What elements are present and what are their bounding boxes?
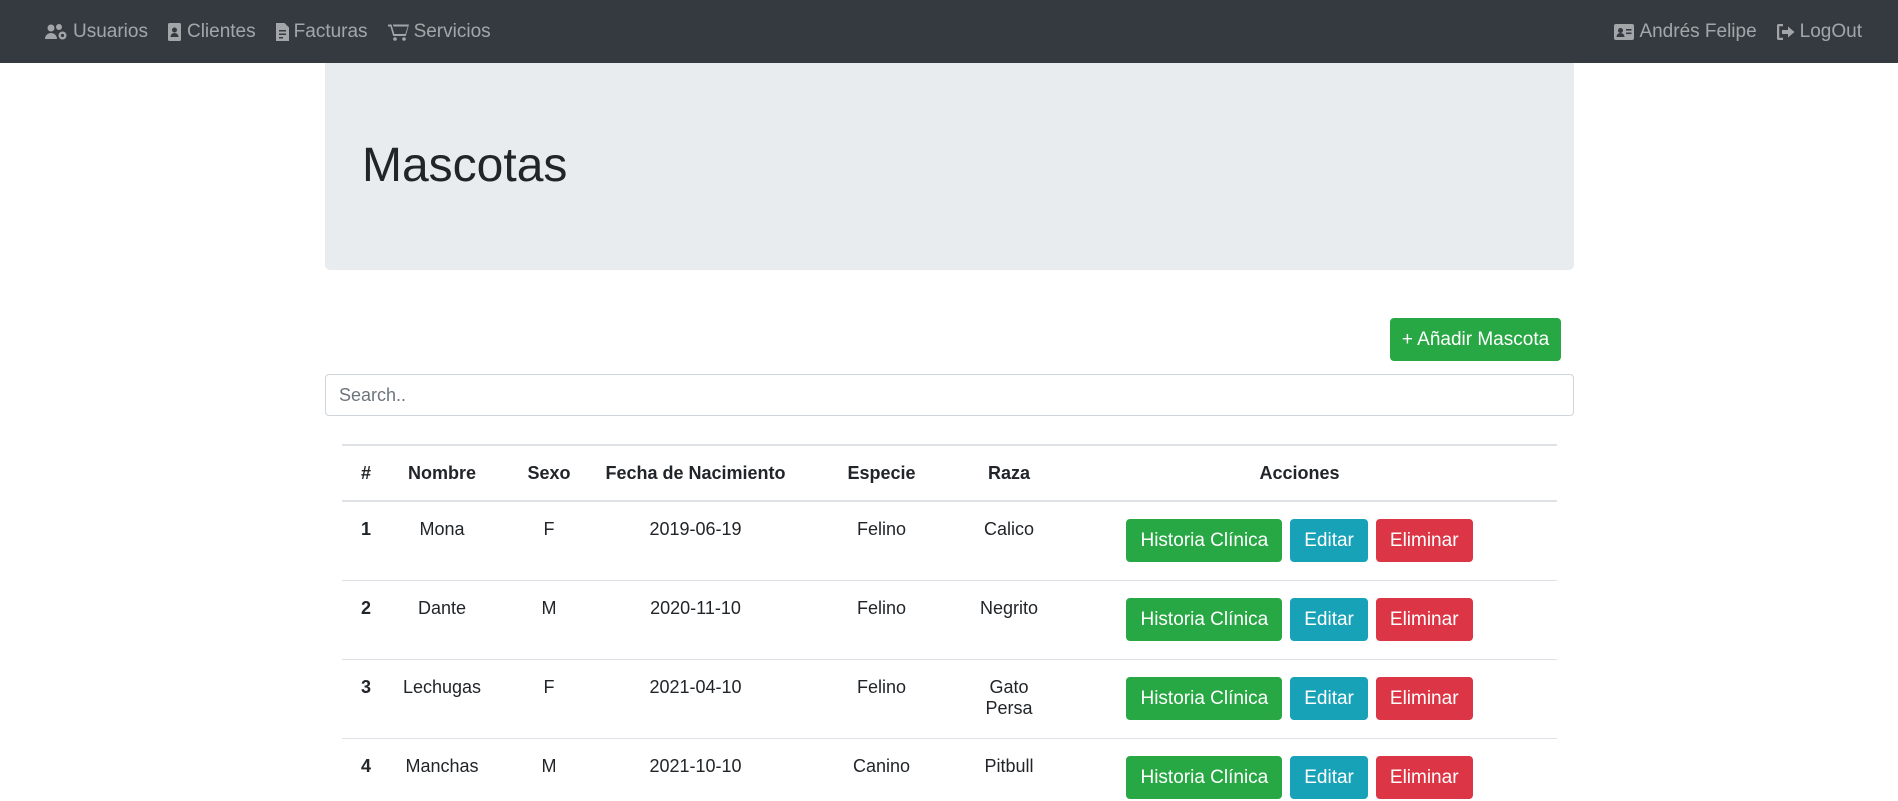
- cell-id: 2: [342, 580, 390, 660]
- eliminar-button[interactable]: Eliminar: [1375, 598, 1473, 641]
- cell-especie: Felino: [787, 659, 976, 739]
- table-header: # Nombre Sexo Fecha de Nacimiento Especi…: [342, 444, 1557, 502]
- editar-button[interactable]: Editar: [1290, 677, 1368, 720]
- eliminar-button[interactable]: Eliminar: [1375, 519, 1473, 563]
- editar-button[interactable]: Editar: [1290, 756, 1368, 799]
- row-actions: Historia Clínica Editar Eliminar: [1042, 677, 1557, 720]
- nav-logout[interactable]: LogOut: [1776, 20, 1862, 43]
- cell-nombre: Lechugas: [390, 659, 494, 739]
- nav-servicios[interactable]: Servicios: [387, 20, 491, 43]
- cell-nombre: Manchas: [390, 738, 494, 801]
- nav-logout-label: LogOut: [1799, 20, 1862, 42]
- shopping-cart-icon: [387, 24, 409, 41]
- cell-sexo: F: [494, 659, 604, 739]
- address-book-icon: [167, 22, 181, 41]
- mascotas-table: # Nombre Sexo Fecha de Nacimiento Especi…: [342, 444, 1557, 801]
- editar-button[interactable]: Editar: [1290, 519, 1368, 563]
- cell-fecha: 2021-04-10: [604, 659, 787, 739]
- cell-raza: Calico: [976, 501, 1042, 581]
- row-actions: Historia Clínica Editar Eliminar: [1042, 598, 1557, 641]
- table-body: 1 Mona F 2019-06-19 Felino Calico Historia Clí…: [342, 501, 1557, 801]
- cell-fecha: 2019-06-19: [604, 501, 787, 581]
- historia-clinica-button[interactable]: Historia Clínica: [1126, 519, 1283, 563]
- nav-right: Andrés Felipe LogOut: [1594, 21, 1862, 43]
- file-invoice-icon: [275, 22, 289, 41]
- cell-nombre: Dante: [390, 580, 494, 660]
- nav-usuarios-label: Usuarios: [73, 20, 148, 42]
- cell-especie: Felino: [787, 501, 976, 581]
- nav-user-label: Andrés Felipe: [1639, 20, 1757, 42]
- column-header-fecha: Fecha de Nacimiento: [604, 444, 787, 502]
- cell-actions: Historia Clínica Editar Eliminar: [1042, 580, 1557, 660]
- id-card-icon: [1614, 23, 1635, 40]
- cell-especie: Canino: [787, 738, 976, 801]
- search-input[interactable]: [325, 374, 1574, 416]
- cell-raza: Pitbull: [976, 738, 1042, 801]
- historia-clinica-button[interactable]: Historia Clínica: [1126, 756, 1283, 799]
- row-actions: Historia Clínica Editar Eliminar: [1042, 756, 1557, 799]
- cell-sexo: F: [494, 501, 604, 581]
- nav-clientes[interactable]: Clientes: [167, 20, 256, 43]
- page-header: Mascotas: [325, 63, 1574, 270]
- eliminar-button[interactable]: Eliminar: [1375, 677, 1473, 720]
- column-header-especie: Especie: [787, 444, 976, 502]
- cell-id: 1: [342, 501, 390, 581]
- table-header-row: # Nombre Sexo Fecha de Nacimiento Especi…: [342, 444, 1557, 502]
- nav-clientes-label: Clientes: [186, 20, 256, 42]
- cell-raza: Negrito: [976, 580, 1042, 660]
- nav-usuarios[interactable]: Usuarios: [44, 21, 148, 43]
- nav-servicios-label: Servicios: [413, 20, 491, 42]
- page-title: Mascotas: [362, 139, 568, 192]
- cell-sexo: M: [494, 580, 604, 660]
- column-header-acciones: Acciones: [1042, 444, 1557, 502]
- sign-out-icon: [1776, 23, 1795, 40]
- nav-left: Usuarios Clientes Facturas Servicios: [44, 21, 511, 43]
- cell-nombre: Mona: [390, 501, 494, 581]
- column-header-raza: Raza: [976, 444, 1042, 502]
- cell-raza: Gato Persa: [976, 659, 1042, 739]
- cell-id: 4: [342, 738, 390, 801]
- column-header-nombre: Nombre: [390, 444, 494, 502]
- cell-fecha: 2021-10-10: [604, 738, 787, 801]
- editar-button[interactable]: Editar: [1290, 598, 1368, 641]
- nav-facturas[interactable]: Facturas: [275, 20, 368, 43]
- nav-facturas-label: Facturas: [293, 20, 368, 42]
- column-header-index: #: [342, 444, 390, 502]
- historia-clinica-button[interactable]: Historia Clínica: [1126, 598, 1283, 641]
- column-header-sexo: Sexo: [494, 444, 604, 502]
- users-cog-icon: [45, 23, 67, 39]
- cell-especie: Felino: [787, 580, 976, 660]
- cell-fecha: 2020-11-10: [604, 580, 787, 660]
- cell-actions: Historia Clínica Editar Eliminar: [1042, 738, 1557, 801]
- cell-id: 3: [342, 659, 390, 739]
- historia-clinica-button[interactable]: Historia Clínica: [1126, 677, 1283, 720]
- table-row: 2 Dante M 2020-11-10 Felino Negrito Historia C…: [342, 580, 1557, 660]
- cell-actions: Historia Clínica Editar Eliminar: [1042, 659, 1557, 739]
- cell-sexo: M: [494, 738, 604, 801]
- table-row: 3 Lechugas F 2021-04-10 Felino Gato Persa Hist…: [342, 659, 1557, 739]
- add-mascota-button[interactable]: + Añadir Mascota: [1390, 318, 1561, 361]
- table-row: 1 Mona F 2019-06-19 Felino Calico Historia Clí…: [342, 501, 1557, 581]
- nav-user-profile[interactable]: Andrés Felipe: [1614, 20, 1757, 43]
- navbar: Usuarios Clientes Facturas Servicios And…: [0, 0, 1898, 63]
- table-row: 4 Manchas M 2021-10-10 Canino Pitbull Historia…: [342, 738, 1557, 801]
- eliminar-button[interactable]: Eliminar: [1375, 756, 1473, 799]
- row-actions: Historia Clínica Editar Eliminar: [1042, 519, 1557, 563]
- cell-actions: Historia Clínica Editar Eliminar: [1042, 501, 1557, 581]
